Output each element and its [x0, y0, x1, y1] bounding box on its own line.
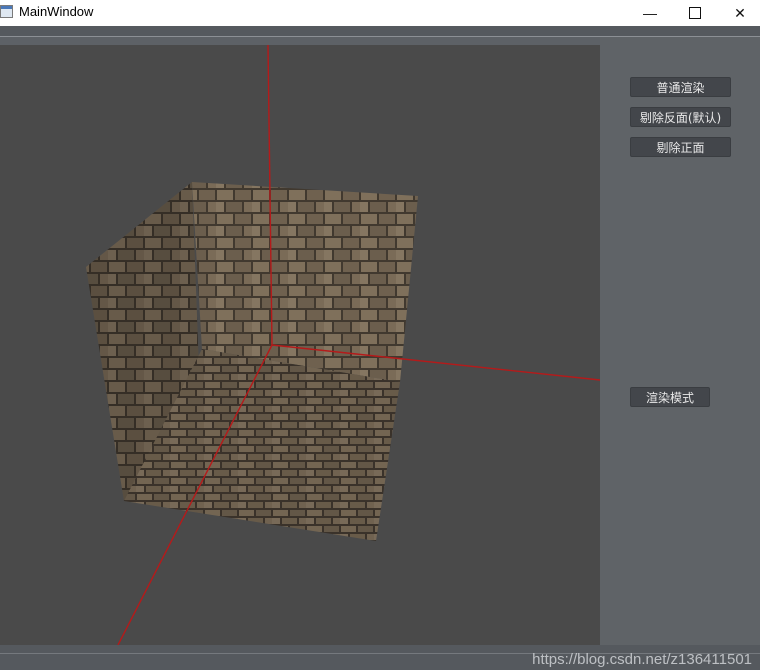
control-panel: 普通渲染 剔除反面(默认) 剔除正面 渲染模式 — [600, 37, 760, 645]
cull-back-button[interactable]: 剔除反面(默认) — [630, 107, 731, 127]
cull-front-button[interactable]: 剔除正面 — [630, 137, 731, 157]
gl-viewport[interactable] — [0, 45, 600, 645]
maximize-button[interactable] — [672, 0, 718, 26]
watermark: https://blog.csdn.net/z136411501 — [532, 651, 752, 668]
title-bar: MainWindow — ✕ — [0, 0, 760, 26]
maximize-icon — [689, 7, 701, 19]
normal-render-button[interactable]: 普通渲染 — [630, 77, 731, 97]
window-title: MainWindow — [19, 4, 94, 19]
render-mode-label: 渲染模式 — [630, 387, 710, 407]
back-wall — [192, 182, 418, 382]
minimize-icon: — — [643, 5, 657, 21]
scene-canvas — [86, 45, 600, 645]
close-button[interactable]: ✕ — [717, 0, 760, 26]
menu-bar — [0, 26, 760, 37]
close-icon: ✕ — [734, 4, 746, 21]
minimize-button[interactable]: — — [627, 0, 673, 26]
app-icon — [0, 5, 13, 18]
